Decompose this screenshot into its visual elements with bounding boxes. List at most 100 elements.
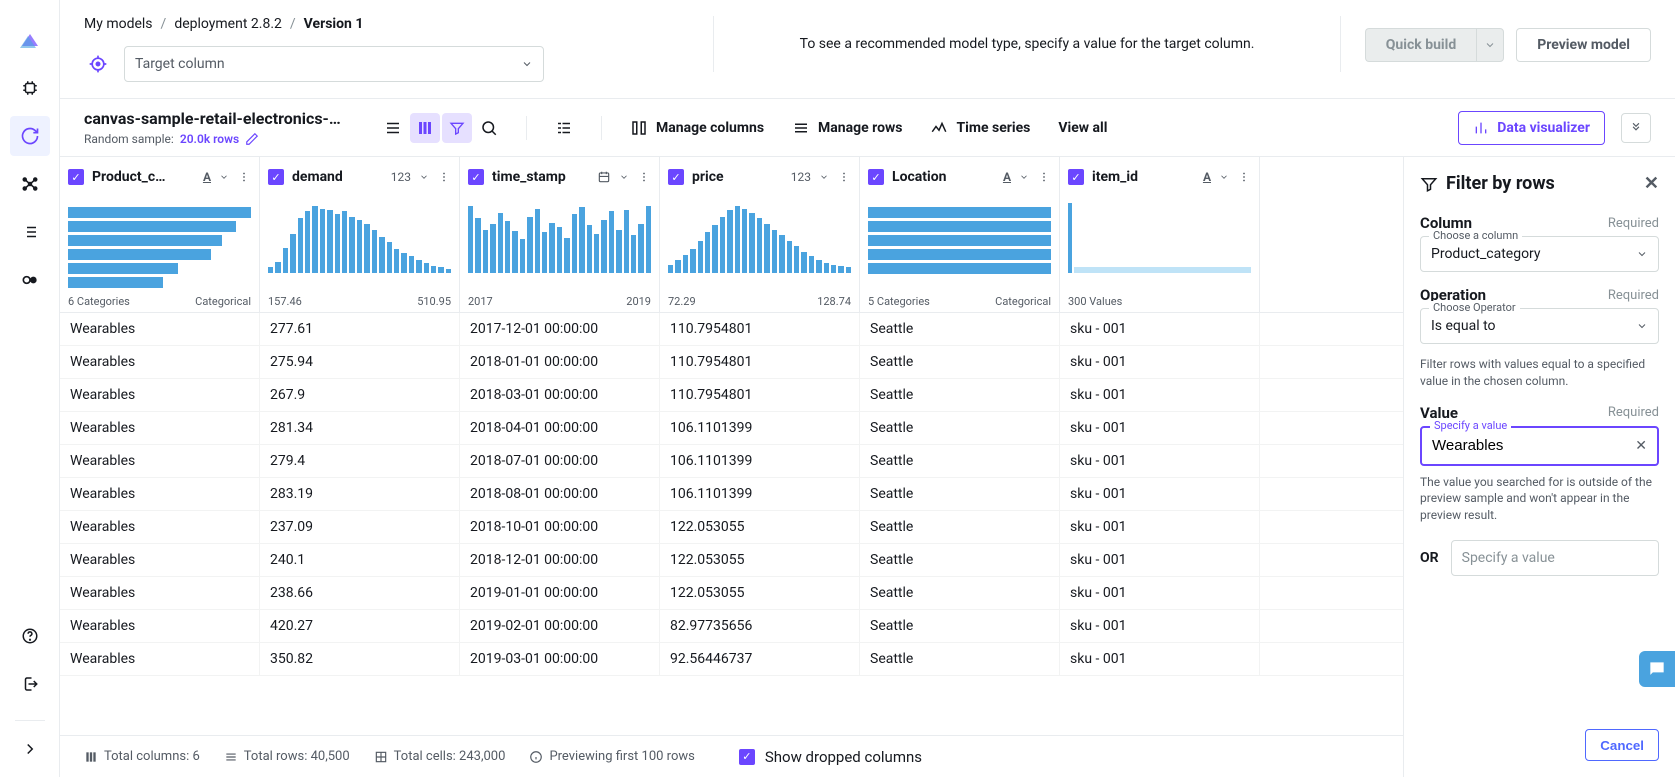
column-name: Location: [892, 169, 995, 185]
table-cell: 2018-03-01 00:00:00: [460, 379, 660, 411]
table-cell: 106.1101399: [660, 478, 860, 510]
edit-icon[interactable]: [245, 132, 259, 146]
preview-info: Previewing first 100 rows: [529, 749, 694, 764]
column-checkbox[interactable]: ✓: [68, 169, 84, 185]
table-cell: 110.7954801: [660, 379, 860, 411]
manage-columns-button[interactable]: Manage columns: [624, 115, 770, 141]
table-row[interactable]: Wearables350.822019-03-01 00:00:0092.564…: [60, 643, 1403, 676]
column-histogram: [1060, 197, 1259, 293]
column-name: price: [692, 169, 783, 185]
table-cell: sku - 001: [1060, 346, 1260, 378]
column-histogram: [660, 197, 859, 293]
table-row[interactable]: Wearables279.42018-07-01 00:00:00106.110…: [60, 445, 1403, 478]
chat-icon[interactable]: [1639, 651, 1675, 687]
more-icon[interactable]: [437, 170, 451, 184]
show-dropped-toggle[interactable]: ✓ Show dropped columns: [739, 748, 922, 766]
steps-icon[interactable]: [549, 113, 579, 143]
column-header[interactable]: ✓ item_id A: [1060, 157, 1259, 197]
table-cell: 2018-12-01 00:00:00: [460, 544, 660, 576]
column-header[interactable]: ✓ demand 123: [260, 157, 459, 197]
table-cell: Seattle: [860, 313, 1060, 345]
table-row[interactable]: Wearables275.942018-01-01 00:00:00110.79…: [60, 346, 1403, 379]
preview-model-button[interactable]: Preview model: [1516, 28, 1651, 62]
table-row[interactable]: Wearables240.12018-12-01 00:00:00122.053…: [60, 544, 1403, 577]
time-series-button[interactable]: Time series: [924, 115, 1036, 141]
cancel-button[interactable]: Cancel: [1585, 729, 1659, 761]
column-header[interactable]: ✓ price 123: [660, 157, 859, 197]
table-cell: 2019-01-01 00:00:00: [460, 577, 660, 609]
column-checkbox[interactable]: ✓: [1068, 169, 1084, 185]
table-cell: 2017-12-01 00:00:00: [460, 313, 660, 345]
filter-operation-select[interactable]: Choose Operator Is equal to: [1420, 308, 1659, 344]
column-checkbox[interactable]: ✓: [468, 169, 484, 185]
more-icon[interactable]: [837, 170, 851, 184]
more-icon[interactable]: [1237, 170, 1251, 184]
sample-rows[interactable]: 20.0k rows: [180, 132, 239, 146]
column-header[interactable]: ✓ Location A: [860, 157, 1059, 197]
clear-icon[interactable]: ✕: [1635, 438, 1647, 454]
chevron-down-icon[interactable]: [219, 172, 229, 182]
logout-icon[interactable]: [10, 664, 50, 704]
table-row[interactable]: Wearables238.662019-01-01 00:00:00122.05…: [60, 577, 1403, 610]
table-cell: Wearables: [60, 478, 260, 510]
table-cell: sku - 001: [1060, 610, 1260, 642]
column-histogram: [460, 197, 659, 293]
table-cell: Seattle: [860, 445, 1060, 477]
table-row[interactable]: Wearables267.92018-03-01 00:00:00110.795…: [60, 379, 1403, 412]
column-type-icon: 123: [791, 170, 811, 184]
help-icon[interactable]: [10, 616, 50, 656]
column-name: Product_c…: [92, 169, 195, 185]
chevron-down-icon[interactable]: [419, 172, 429, 182]
list-icon[interactable]: [10, 212, 50, 252]
table-row[interactable]: Wearables420.272019-02-01 00:00:0082.977…: [60, 610, 1403, 643]
chevron-down-icon[interactable]: [819, 172, 829, 182]
target-column-select[interactable]: Target column: [124, 46, 544, 82]
more-icon[interactable]: [1037, 170, 1051, 184]
table-row[interactable]: Wearables281.342018-04-01 00:00:00106.11…: [60, 412, 1403, 445]
table-row[interactable]: Wearables283.192018-08-01 00:00:00106.11…: [60, 478, 1403, 511]
graph-icon[interactable]: [10, 164, 50, 204]
breadcrumb-version: Version 1: [304, 16, 364, 32]
table-row[interactable]: Wearables277.612017-12-01 00:00:00110.79…: [60, 313, 1403, 346]
table-cell: 240.1: [260, 544, 460, 576]
column-name: item_id: [1092, 169, 1195, 185]
chevron-down-icon[interactable]: [1219, 172, 1229, 182]
view-all-button[interactable]: View all: [1052, 116, 1113, 140]
filter-value-input[interactable]: Specify a value ✕: [1420, 426, 1659, 466]
table-cell: 2019-03-01 00:00:00: [460, 643, 660, 675]
table-row[interactable]: Wearables237.092018-10-01 00:00:00122.05…: [60, 511, 1403, 544]
expand-nav-icon[interactable]: [10, 729, 50, 769]
breadcrumb-root[interactable]: My models: [84, 16, 153, 32]
data-visualizer-button[interactable]: Data visualizer: [1458, 111, 1605, 145]
chevron-down-icon[interactable]: [1019, 172, 1029, 182]
more-icon[interactable]: [637, 170, 651, 184]
search-icon[interactable]: [474, 113, 504, 143]
column-name: demand: [292, 169, 383, 185]
manage-rows-button[interactable]: Manage rows: [786, 115, 908, 141]
logo-icon[interactable]: [10, 20, 50, 60]
view-grid-icon[interactable]: [410, 113, 440, 143]
filter-column-select[interactable]: Choose a column Product_category: [1420, 236, 1659, 272]
column-checkbox[interactable]: ✓: [868, 169, 884, 185]
quick-build-button: Quick build: [1365, 28, 1504, 62]
column-header[interactable]: ✓ Product_c… A: [60, 157, 259, 197]
column-checkbox[interactable]: ✓: [268, 169, 284, 185]
sample-label: Random sample:: [84, 132, 174, 146]
toggle-icon[interactable]: [10, 260, 50, 300]
or-value-input[interactable]: Specify a value: [1451, 540, 1659, 576]
close-icon[interactable]: ✕: [1644, 173, 1659, 194]
refresh-icon[interactable]: [10, 116, 50, 156]
table-cell: 92.56446737: [660, 643, 860, 675]
operation-help: Filter rows with values equal to a speci…: [1420, 356, 1659, 390]
table-cell: 267.9: [260, 379, 460, 411]
column-checkbox[interactable]: ✓: [668, 169, 684, 185]
more-icon[interactable]: [237, 170, 251, 184]
column-header[interactable]: ✓ time_stamp: [460, 157, 659, 197]
chip-icon[interactable]: [10, 68, 50, 108]
filter-icon[interactable]: [442, 113, 472, 143]
expand-button[interactable]: [1621, 113, 1651, 143]
table-cell: sku - 001: [1060, 643, 1260, 675]
breadcrumb-deployment[interactable]: deployment 2.8.2: [174, 16, 282, 32]
chevron-down-icon[interactable]: [619, 172, 629, 182]
view-list-icon[interactable]: [378, 113, 408, 143]
